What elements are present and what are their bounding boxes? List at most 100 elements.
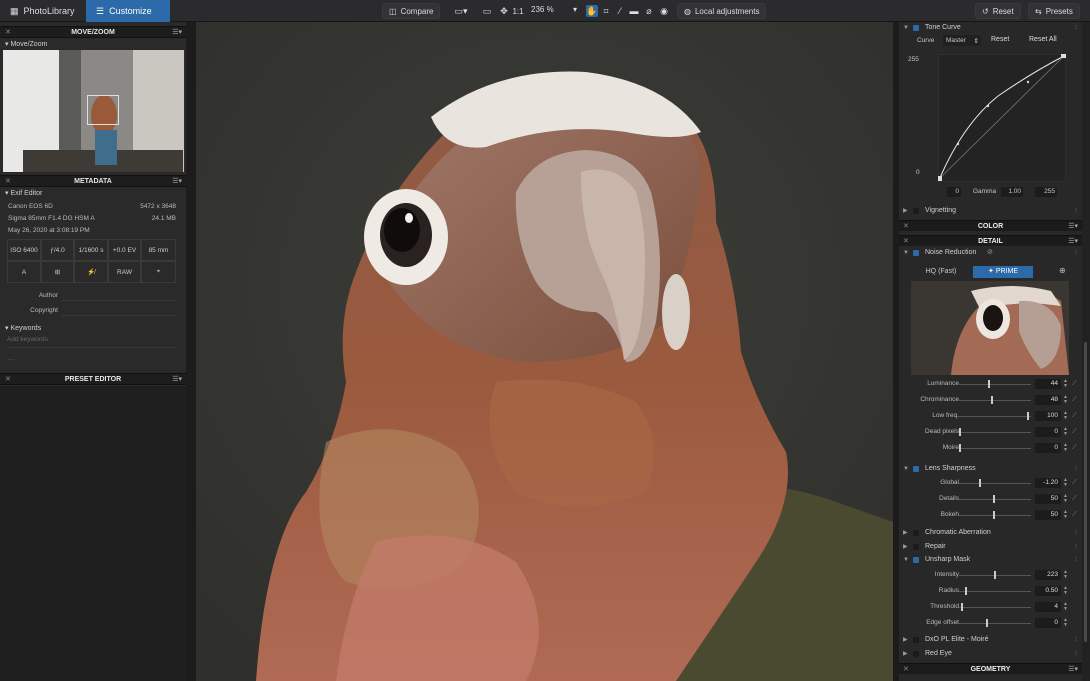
exif-editor-subsection[interactable]: ▾ Exif Editor [5, 189, 42, 197]
slider-row[interactable]: Global -1.20 ▲ ▼ ⟋ [899, 476, 1082, 490]
slider-value-field[interactable]: 0 [1035, 618, 1061, 628]
prime-option[interactable]: ✦ PRIME [973, 266, 1033, 278]
menu-icon[interactable]: ☰▾ [172, 374, 182, 385]
slider-row[interactable]: Details 50 ▲ ▼ ⟋ [899, 492, 1082, 506]
slider-row[interactable]: Radius 0.50 ▲ ▼ [899, 584, 1082, 598]
pin-icon[interactable]: ⁝ [1075, 554, 1077, 566]
eyedropper-icon[interactable]: ⁄ [614, 5, 626, 17]
author-field[interactable] [62, 291, 176, 301]
exposure-value[interactable]: +0.0 EV [108, 239, 141, 261]
zoom-1to1-button[interactable]: 1:1 [511, 5, 525, 17]
lens-sharpness-section[interactable]: ▼ Lens Sharpness ⁝ [899, 463, 1082, 475]
slider-row[interactable]: Edge offset 0 ▲ ▼ [899, 616, 1082, 630]
slider-handle[interactable] [992, 495, 995, 503]
stepper-icon[interactable]: ▲ ▼ [1063, 510, 1068, 520]
slider-handle[interactable] [985, 619, 988, 627]
slider-handle[interactable] [994, 571, 996, 579]
pin-icon[interactable]: ⁝ [1075, 247, 1077, 259]
slider-handle[interactable] [961, 603, 964, 611]
curve-reset-all-button[interactable]: Reset All [1029, 36, 1057, 43]
copyright-field[interactable] [62, 306, 176, 316]
stepper-icon[interactable]: ▲ ▼ [1063, 618, 1068, 628]
vignetting-toggle[interactable] [913, 208, 919, 214]
menu-icon[interactable]: ☰▾ [172, 176, 182, 187]
pin-icon[interactable]: ⁝ [1075, 527, 1077, 539]
move-zoom-subsection[interactable]: ▾ Move/Zoom [5, 40, 47, 48]
slider-handle[interactable] [988, 380, 991, 388]
stepper-icon[interactable]: ▲ ▼ [1063, 395, 1068, 405]
navigator-thumbnail[interactable] [3, 50, 184, 172]
metadata-header[interactable]: ✕ METADATA ☰▾ [0, 175, 186, 187]
preview-target-icon[interactable]: ⊕ [1059, 266, 1066, 275]
slider-row[interactable]: Moire 0 ▲ ▼ ⟋ [899, 441, 1082, 455]
slider-value-field[interactable]: 223 [1035, 570, 1061, 580]
stepper-icon[interactable]: ▲ ▼ [1063, 478, 1068, 488]
crop-icon[interactable]: ⌗ [600, 5, 612, 17]
slider-value-field[interactable]: 100 [1035, 411, 1061, 421]
close-icon[interactable]: ✕ [903, 221, 909, 232]
eye-icon[interactable]: ◉ [658, 5, 670, 17]
curve-reset-button[interactable]: Reset [991, 36, 1009, 43]
slider-value-field[interactable]: 50 [1035, 494, 1061, 504]
tone-curve-section[interactable]: ▼ Tone Curve ⁝ [899, 22, 1082, 34]
slider-track[interactable] [959, 448, 1031, 449]
slider-track[interactable] [959, 432, 1031, 433]
slider-track[interactable] [959, 591, 1031, 592]
slider-row[interactable]: Chrominance 48 ▲ ▼ ⟋ [899, 393, 1082, 407]
close-icon[interactable]: ✕ [5, 374, 11, 385]
hand-tool-icon[interactable]: ✋ [586, 5, 598, 17]
view-mode-dropdown[interactable]: ▭▾ [452, 5, 470, 17]
slider-row[interactable]: Dead pixels 0 ▲ ▼ ⟋ [899, 425, 1082, 439]
curve-channel-select[interactable]: Master ⇕ [943, 35, 981, 46]
red-eye-toggle[interactable] [913, 651, 919, 657]
stepper-icon[interactable]: ▲ ▼ [1063, 570, 1068, 580]
metering-icon[interactable]: ⊞ [41, 261, 74, 283]
iso-value[interactable]: ISO 6400 [7, 239, 41, 261]
menu-icon[interactable]: ☰▾ [172, 27, 182, 38]
flash-off-icon[interactable]: ⚡̸ [74, 261, 108, 283]
chromatic-aberration-section[interactable]: ▶ Chromatic Aberration ⁝ [899, 527, 1082, 539]
zoom-viewport-box[interactable] [87, 95, 119, 125]
eye-hidden-icon[interactable]: ⊘ [987, 247, 993, 259]
preset-editor-header[interactable]: ✕ PRESET EDITOR ☰▾ [0, 373, 186, 385]
stepper-icon[interactable]: ▲ ▼ [1063, 443, 1068, 453]
pin-icon[interactable]: ⁝ [1075, 648, 1077, 660]
slider-handle[interactable] [959, 444, 961, 452]
exposure-mode[interactable]: A [7, 261, 41, 283]
slider-handle[interactable] [978, 479, 981, 487]
auto-wand-icon[interactable]: ⟋ [1072, 495, 1077, 503]
slider-track[interactable] [959, 623, 1031, 624]
slider-track[interactable] [959, 483, 1031, 484]
pin-icon[interactable]: ⁝ [1075, 22, 1077, 34]
slider-row[interactable]: Bokeh 50 ▲ ▼ ⟋ [899, 508, 1082, 522]
tone-curve-graph[interactable] [938, 54, 1066, 182]
scrollbar-thumb[interactable] [1084, 342, 1087, 642]
tab-customize[interactable]: ☰ Customize [86, 0, 170, 22]
input-min-field[interactable]: 0 [947, 187, 961, 197]
noise-preview-thumbnail[interactable] [911, 281, 1069, 375]
left-splitter[interactable] [186, 22, 196, 681]
moire-elite-toggle[interactable] [913, 637, 919, 643]
lens-sharpness-toggle[interactable] [913, 466, 919, 472]
stepper-icon[interactable]: ▲ ▼ [1063, 427, 1068, 437]
move-zoom-header[interactable]: ✕ MOVE/ZOOM ☰▾ [0, 26, 186, 38]
close-icon[interactable]: ✕ [5, 176, 11, 187]
slider-row[interactable]: Intensity 223 ▲ ▼ [899, 568, 1082, 582]
slider-row[interactable]: Luminance 44 ▲ ▼ ⟋ [899, 377, 1082, 391]
auto-wand-icon[interactable]: ⟋ [1072, 511, 1077, 519]
slider-row[interactable]: Low freq. 100 ▲ ▼ ⟋ [899, 409, 1082, 423]
repair-toggle[interactable] [913, 544, 919, 550]
pin-icon[interactable]: ⁝ [1075, 541, 1077, 553]
slider-value-field[interactable]: 0.50 [1035, 586, 1061, 596]
noise-reduction-section[interactable]: ▼ Noise Reduction ⊘ ⁝ [899, 247, 1082, 259]
menu-icon[interactable]: ☰▾ [1068, 236, 1078, 247]
menu-icon[interactable]: ☰▾ [1068, 664, 1078, 675]
auto-wand-icon[interactable]: ⟋ [1072, 479, 1077, 487]
slider-value-field[interactable]: 0 [1035, 427, 1061, 437]
vignetting-section[interactable]: ▶ Vignetting ⁝ [899, 205, 1082, 217]
reset-button[interactable]: ↺ Reset [975, 3, 1021, 19]
image-viewer[interactable] [196, 22, 893, 681]
detail-header[interactable]: ✕ DETAIL ☰▾ [899, 235, 1082, 246]
keywords-subsection[interactable]: ▾ Keywords [5, 324, 41, 332]
focal-length-value[interactable]: 85 mm [141, 239, 176, 261]
